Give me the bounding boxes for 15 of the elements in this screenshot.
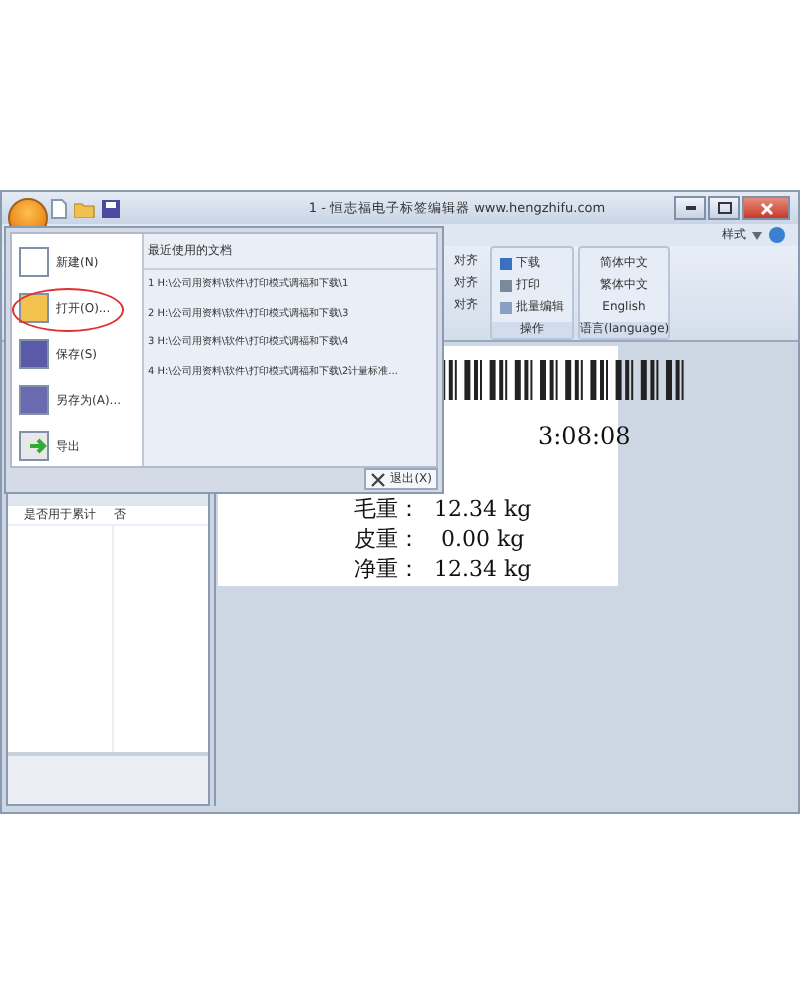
weight-label: 净重： [354, 554, 422, 584]
maximize-button[interactable] [708, 196, 740, 220]
label-time: 3:08:08 [538, 422, 631, 450]
close-icon [759, 201, 773, 215]
weight-value: 12.34 kg [434, 494, 532, 524]
close-icon [370, 471, 387, 487]
minimize-button[interactable] [674, 196, 706, 220]
weight-label: 毛重： [354, 494, 422, 524]
caret-icon[interactable] [752, 231, 762, 239]
save-icon[interactable] [102, 199, 120, 217]
weight-label: 皮重： [354, 524, 422, 554]
weight-value: 0.00 kg [438, 524, 525, 554]
weight-value: 12.34 kg [434, 554, 532, 584]
help-icon[interactable] [768, 226, 786, 244]
close-button[interactable] [742, 196, 790, 220]
